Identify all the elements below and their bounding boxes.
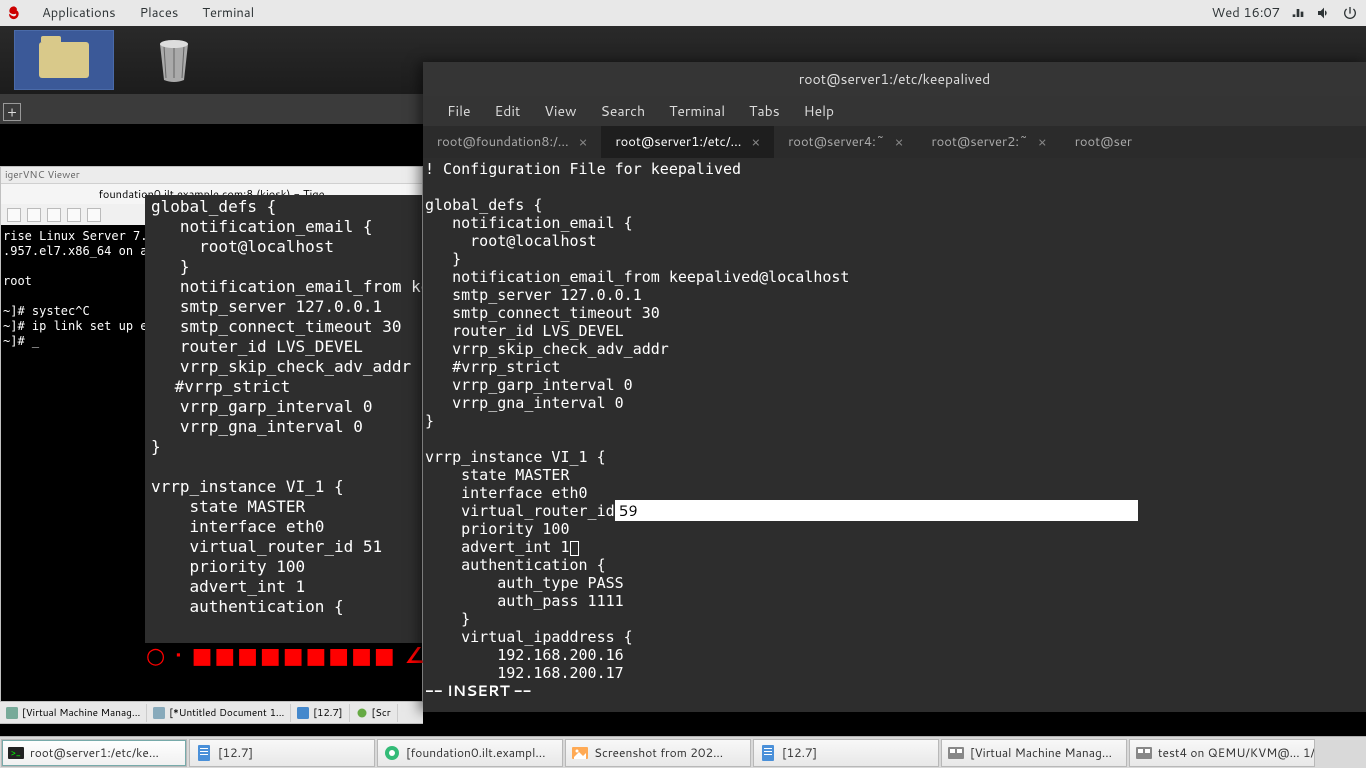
vnc-taskbar: [Virtual Machine Manag... [*Untitled Doc… <box>0 701 423 723</box>
terminal-tab[interactable]: root@server2:~× <box>918 126 1061 158</box>
vnc-task[interactable]: [12.7] <box>291 704 349 722</box>
top-panel: Applications Places Terminal Wed 16:07 <box>0 0 1366 26</box>
taskbar-item[interactable]: [Virtual Machine Manag... <box>941 739 1127 767</box>
terminal-body[interactable]: ! Configuration File for keepalived glob… <box>423 158 1366 712</box>
menu-help[interactable]: Help <box>792 97 846 125</box>
menu-terminal[interactable]: Terminal <box>657 97 737 125</box>
taskbar-item[interactable]: [12.7] <box>189 739 375 767</box>
vnc-tool-btn[interactable] <box>87 208 101 222</box>
close-tab-icon[interactable]: × <box>751 132 760 152</box>
terminal-tab[interactable]: root@ser <box>1061 126 1146 158</box>
menu-search[interactable]: Search <box>589 97 658 125</box>
menu-view[interactable]: View <box>532 97 588 125</box>
taskbar-item[interactable]: test4 on QEMU/KVM@... 1/4 <box>1129 739 1315 767</box>
vnc-task[interactable]: [Scr <box>350 704 398 722</box>
terminal-menu[interactable]: Terminal <box>190 4 266 22</box>
vnc-tool-btn[interactable] <box>67 208 81 222</box>
menu-edit[interactable]: Edit <box>483 97 533 125</box>
vnc-tool-btn[interactable] <box>47 208 61 222</box>
places-menu[interactable]: Places <box>128 4 191 22</box>
redhat-icon <box>6 5 22 21</box>
new-tab-button[interactable]: + <box>3 103 21 121</box>
close-tab-icon[interactable]: × <box>579 132 588 152</box>
terminal-tab[interactable]: root@server1:/etc/...× <box>601 126 774 158</box>
taskbar-item[interactable]: [12.7] <box>753 739 939 767</box>
power-icon[interactable] <box>1342 5 1358 21</box>
network-icon[interactable] <box>1290 5 1306 21</box>
applications-menu[interactable]: Applications <box>30 4 128 22</box>
terminal-titlebar[interactable]: root@server1:/etc/keepalived <box>423 62 1366 96</box>
folder-icon[interactable] <box>14 30 114 90</box>
close-tab-icon[interactable]: × <box>895 132 904 152</box>
svg-text:>_: >_ <box>11 746 21 759</box>
menu-tabs[interactable]: Tabs <box>737 97 792 125</box>
vnc-tool-btn[interactable] <box>27 208 41 222</box>
volume-icon[interactable] <box>1316 5 1332 21</box>
taskbar-item[interactable]: Screenshot from 202... <box>565 739 751 767</box>
close-tab-icon[interactable]: × <box>1038 132 1047 152</box>
system-tray <box>1290 5 1366 21</box>
terminal-tab[interactable]: root@server4:~× <box>774 126 917 158</box>
terminal-menubar: File Edit View Search Terminal Tabs Help <box>423 96 1366 126</box>
taskbar-item[interactable]: [foundation0.ilt.exampl... <box>377 739 563 767</box>
vnc-task[interactable]: [*Untitled Document 1... <box>147 704 291 722</box>
vnc-right-terminal[interactable]: global_defs { notification_email { root@… <box>145 195 422 643</box>
terminal-window: root@server1:/etc/keepalived File Edit V… <box>423 62 1366 712</box>
trash-icon[interactable] <box>154 36 194 84</box>
terminal-tabs: root@foundation8:/...×root@server1:/etc/… <box>423 126 1366 158</box>
menu-file[interactable]: File <box>435 97 483 125</box>
taskbar-item[interactable]: >_root@server1:/etc/ke... <box>1 739 187 767</box>
vnc-task[interactable]: [Virtual Machine Manag... <box>0 704 147 722</box>
vnc-app-title: igerVNC Viewer <box>1 167 422 184</box>
vnc-tool-btn[interactable] <box>7 208 21 222</box>
terminal-tab[interactable]: root@foundation8:/...× <box>423 126 601 158</box>
clock[interactable]: Wed 16:07 <box>1202 4 1290 22</box>
bottom-taskbar: >_root@server1:/etc/ke...[12.7][foundati… <box>0 736 1366 768</box>
